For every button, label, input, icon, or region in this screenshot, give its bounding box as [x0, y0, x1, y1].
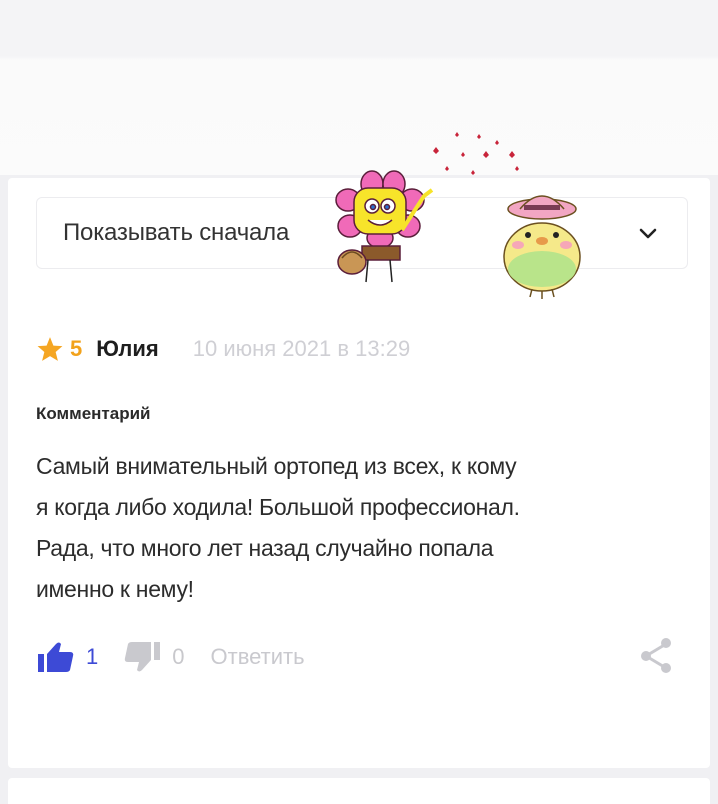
- comment-heading: Комментарий: [36, 404, 151, 423]
- reply-link[interactable]: Ответить: [211, 644, 305, 670]
- bird-with-hat-sticker: [503, 195, 581, 299]
- rating-value: 5: [70, 336, 83, 361]
- thumbs-up-icon[interactable]: [36, 640, 76, 674]
- next-review-card: [8, 778, 710, 804]
- comment-text: Самый внимательный ортопед из всех, к ко…: [36, 446, 676, 610]
- thumbs-down-icon[interactable]: [124, 640, 164, 674]
- review-author: Юлия: [96, 336, 159, 361]
- review-header: 5 Юлия 10 июня 2021 в 13:29: [36, 335, 410, 363]
- header-area: [0, 0, 718, 175]
- review-date: 10 июня 2021 в 13:29: [192, 336, 411, 361]
- review-actions: 1 0 Ответить: [36, 640, 305, 674]
- like-count: 1: [86, 644, 99, 669]
- flower-sponge-sticker: [335, 170, 434, 283]
- comment-line: Рада, что много лет назад случайно попал…: [36, 535, 494, 561]
- share-icon[interactable]: [638, 636, 674, 674]
- star-icon: [37, 337, 63, 361]
- comment-line: Самый внимательный ортопед из всех, к ко…: [36, 453, 517, 479]
- sort-dropdown-label: Показывать сначала: [63, 219, 290, 246]
- chevron-down-icon: [639, 228, 657, 239]
- comment-line: я когда либо ходила! Большой профессиона…: [36, 494, 520, 520]
- dislike-count: 0: [172, 644, 185, 669]
- comment-line: именно к нему!: [36, 576, 194, 602]
